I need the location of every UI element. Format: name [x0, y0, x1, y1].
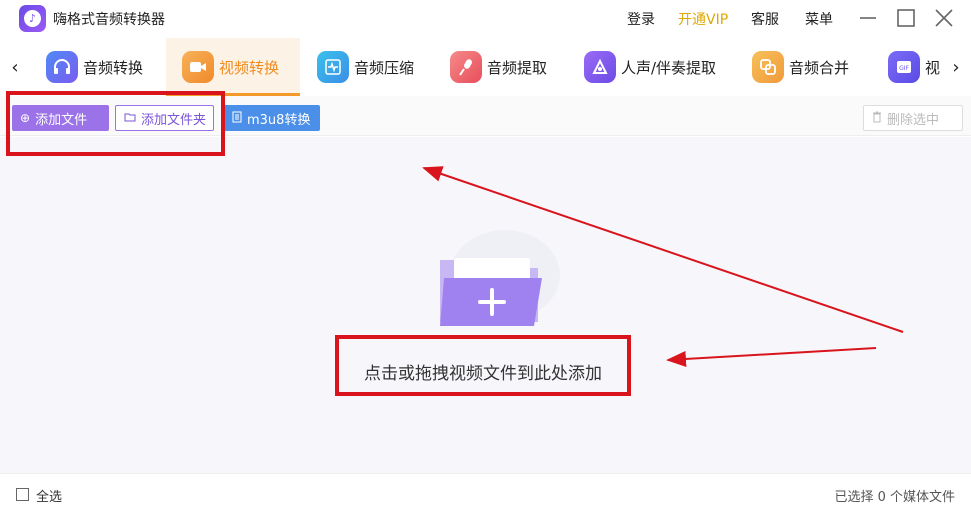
- title-bar: ♪ 嗨格式音频转换器 登录 开通VIP 客服 菜单: [0, 0, 971, 38]
- login-link[interactable]: 登录: [627, 9, 655, 29]
- delete-selected-button[interactable]: 删除选中: [863, 105, 963, 131]
- file-drop-area[interactable]: 点击或拖拽视频文件到此处添加: [0, 137, 971, 473]
- tab-audio-compress[interactable]: 音频压缩: [305, 38, 435, 96]
- file-toolbar: ⊕ 添加文件 添加文件夹 m3u8转换 删除选中: [0, 96, 971, 136]
- waveform-icon: [317, 51, 349, 83]
- chevron-right-icon[interactable]: ›: [949, 58, 963, 78]
- delete-selected-label: 删除选中: [887, 112, 940, 128]
- tab-label: 音频转换: [83, 58, 144, 77]
- document-icon: [232, 111, 242, 126]
- tab-audio-merge[interactable]: 音频合并: [742, 38, 872, 96]
- m3u8-label: m3u8转换: [247, 112, 311, 128]
- plus-circle-icon: ⊕: [20, 111, 31, 125]
- video-camera-icon: [182, 51, 214, 83]
- feature-tab-bar: ‹ 音频转换 视频转换 音频压缩 音频提取 人声/伴奏提取 音频合并 GIF 视…: [0, 38, 971, 96]
- add-folder-button[interactable]: 添加文件夹: [115, 105, 214, 131]
- folder-icon: [124, 111, 136, 125]
- select-all-checkbox[interactable]: [16, 488, 29, 501]
- tab-vocal-extract[interactable]: 人声/伴奏提取: [574, 38, 734, 96]
- microphone-icon: [450, 51, 482, 83]
- tab-label: 人声/伴奏提取: [621, 58, 717, 77]
- tab-label: 音频提取: [487, 58, 548, 77]
- status-footer: 全选 已选择 0 个媒体文件: [0, 473, 971, 516]
- add-folder-label: 添加文件夹: [141, 112, 207, 128]
- vip-link[interactable]: 开通VIP: [678, 9, 728, 29]
- tab-gif[interactable]: GIF 视: [878, 38, 940, 96]
- tab-label: 视: [924, 58, 940, 77]
- tab-label: 音频压缩: [354, 58, 415, 77]
- chevron-left-icon[interactable]: ‹: [8, 58, 22, 78]
- music-note-icon: ♪: [24, 10, 41, 27]
- trash-icon: [872, 111, 882, 126]
- close-icon[interactable]: [932, 6, 956, 30]
- app-logo: ♪: [19, 5, 46, 32]
- add-file-button[interactable]: ⊕ 添加文件: [12, 105, 109, 131]
- maximize-icon[interactable]: [894, 6, 918, 30]
- app-title: 嗨格式音频转换器: [53, 12, 165, 28]
- drop-hint-text[interactable]: 点击或拖拽视频文件到此处添加: [337, 355, 629, 393]
- svg-text:GIF: GIF: [899, 65, 909, 72]
- tab-audio-convert[interactable]: 音频转换: [34, 38, 164, 96]
- select-all-label[interactable]: 全选: [36, 486, 62, 505]
- menu-link[interactable]: 菜单: [805, 9, 833, 29]
- m3u8-convert-button[interactable]: m3u8转换: [224, 105, 320, 131]
- vocal-icon: [584, 51, 616, 83]
- tab-audio-extract[interactable]: 音频提取: [440, 38, 570, 96]
- minimize-icon[interactable]: [856, 6, 880, 30]
- merge-icon: [752, 51, 784, 83]
- tab-label: 视频转换: [219, 58, 280, 77]
- tab-label: 音频合并: [789, 58, 850, 77]
- gif-icon: GIF: [888, 51, 920, 83]
- folder-plus-icon[interactable]: [410, 230, 570, 340]
- selection-status: 已选择 0 个媒体文件: [834, 490, 955, 505]
- tab-video-convert[interactable]: 视频转换: [166, 38, 300, 96]
- add-file-label: 添加文件: [35, 112, 88, 128]
- service-link[interactable]: 客服: [751, 9, 779, 29]
- headphones-icon: [46, 51, 78, 83]
